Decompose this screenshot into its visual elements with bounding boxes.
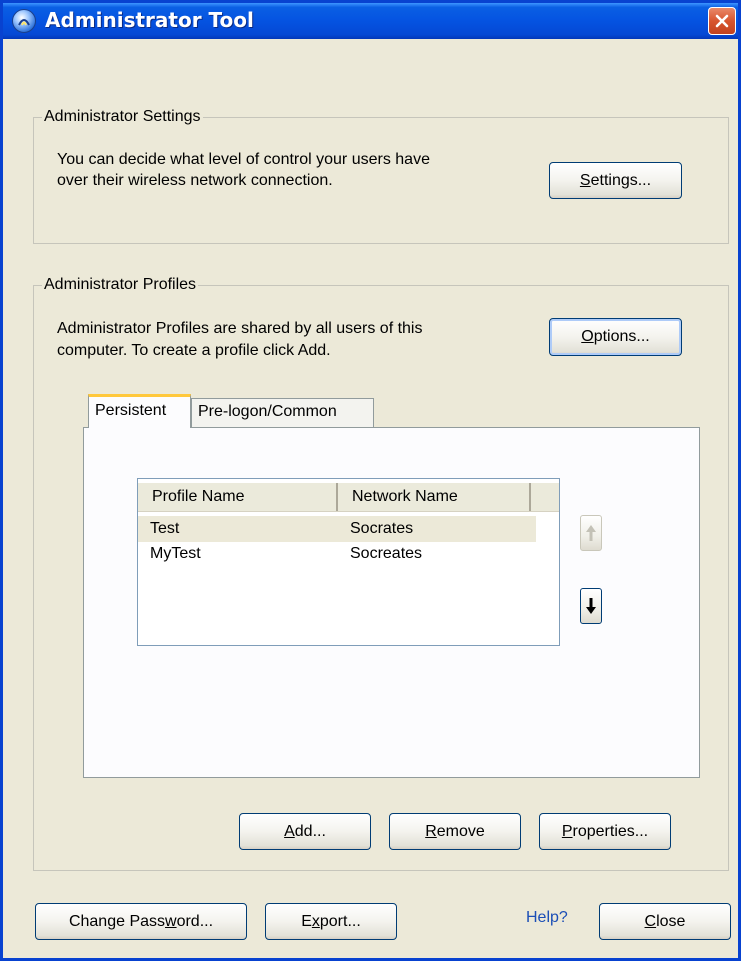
move-down-button[interactable] [580,588,602,624]
settings-group-legend: Administrator Settings [42,108,203,126]
profiles-list-header: Profile Name Network Name [138,483,559,512]
settings-description-line2: over their wireless network connection. [57,172,333,189]
properties-button-mnemonic: P [561,823,573,840]
export-label-end: port... [319,913,361,930]
close-window-icon[interactable] [708,7,736,35]
arrow-up-icon [586,525,596,541]
options-button-mnemonic: O [581,328,594,345]
settings-description-line1: You can decide what level of control you… [57,151,430,168]
remove-button[interactable]: Remove [389,813,521,850]
settings-button-mnemonic: S [579,172,591,189]
add-button-mnemonic: A [284,823,295,840]
export-label-start: E [301,913,312,930]
row-profile-name: Test [150,520,180,537]
window-title: Administrator Tool [45,8,254,32]
properties-button-label: roperties... [572,823,649,840]
tab-pre-logon-common[interactable]: Pre-logon/Common [191,398,374,428]
add-button[interactable]: Add... [239,813,371,850]
profiles-list[interactable]: Profile Name Network Name Test Socrates … [137,478,560,646]
profiles-description-line1: Administrator Profiles are shared by all… [57,320,423,337]
row-network-name: Socreates [350,545,423,562]
remove-button-mnemonic: R [425,823,437,840]
close-button-mnemonic: C [644,913,657,930]
export-button[interactable]: Export... [265,903,397,940]
move-up-button[interactable] [580,515,602,551]
help-link[interactable]: Help? [526,909,568,927]
add-button-label: dd... [294,823,326,840]
title-bar[interactable]: Administrator Tool [3,3,738,39]
row-network-name: Socrates [350,520,414,537]
close-button-label: lose [656,913,686,930]
table-row[interactable]: MyTest Socreates [138,541,536,567]
table-row[interactable]: Test Socrates [138,516,536,542]
change-password-button[interactable]: Change Password... [35,903,247,940]
change-password-mnemonic: w [165,913,177,930]
profiles-group-legend: Administrator Profiles [42,276,199,294]
change-password-label-start: Change Pass [68,913,166,930]
administrator-tool-window: Administrator Tool Administrator Setting… [0,0,741,961]
change-password-label-end: ord... [176,913,214,930]
row-profile-name: MyTest [150,545,201,562]
column-header-profile-name[interactable]: Profile Name [138,483,338,511]
column-header-network-name[interactable]: Network Name [338,483,531,511]
profiles-description-line2: computer. To create a profile click Add. [57,342,331,359]
close-button[interactable]: Close [599,903,731,940]
arrow-down-icon [586,598,596,614]
export-mnemonic: x [311,913,320,930]
properties-button[interactable]: Properties... [539,813,671,850]
settings-button-label: ettings... [590,172,652,189]
tab-persistent[interactable]: Persistent [88,394,191,428]
remove-button-label: emove [436,823,485,840]
wireless-app-icon [12,9,36,33]
options-button-label: ptions... [593,328,650,345]
settings-button[interactable]: Settings... [549,162,682,199]
options-button[interactable]: Options... [549,318,682,356]
